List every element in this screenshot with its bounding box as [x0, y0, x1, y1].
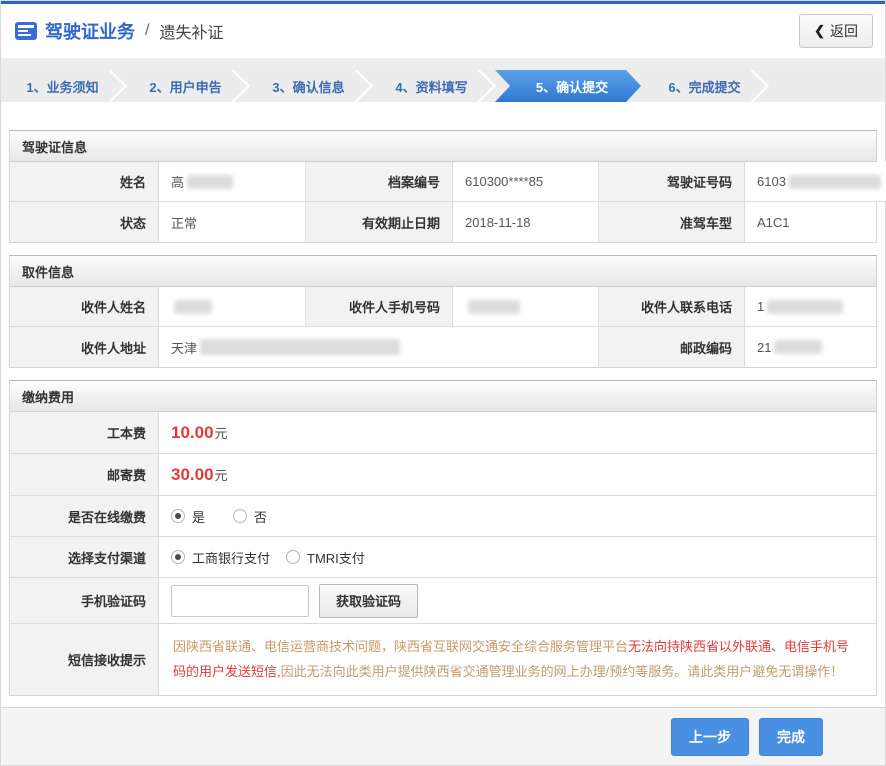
- recipient-phone-label: 收件人联系电话: [599, 287, 745, 327]
- pickup-section-title: 取件信息: [10, 256, 876, 287]
- back-button-label: 返回: [830, 21, 858, 41]
- page-header: 驾驶证业务 / 遗失补证 ❮ 返回: [1, 4, 885, 58]
- radio-channel-icbc[interactable]: 工商银行支付: [171, 548, 270, 567]
- license-section-title: 驾驶证信息: [10, 131, 876, 162]
- redacted-blur: [767, 300, 843, 314]
- redacted-blur: [468, 300, 520, 314]
- license-no-label: 驾驶证号码: [599, 162, 745, 202]
- step-progress-bar: 1、业务须知 2、用户申告 3、确认信息 4、资料填写 5、确认提交 6、完成提…: [1, 70, 885, 102]
- step-1-business-notice[interactable]: 1、业务须知: [1, 70, 124, 102]
- sms-notice-label: 短信接收提示: [10, 624, 159, 695]
- address-label: 收件人地址: [10, 327, 159, 367]
- file-no-value: 610300****85: [453, 162, 599, 202]
- page-subtitle: 遗失补证: [159, 19, 223, 43]
- sms-code-input[interactable]: [171, 585, 309, 617]
- chevron-left-icon: ❮: [814, 23, 825, 39]
- channel-options: 工商银行支付 TMRI支付: [159, 537, 876, 578]
- table-row: 姓名 高 档案编号 610300****85 驾驶证号码 6103: [10, 162, 876, 202]
- footer-action-bar: 上一步 完成: [1, 707, 885, 765]
- vehicle-class-label: 准驾车型: [599, 202, 745, 242]
- postcode-value: 21: [745, 327, 876, 367]
- payment-section-title: 缴纳费用: [10, 381, 876, 412]
- table-row: 短信接收提示 因陕西省联通、电信运营商技术问题，陕西省互联网交通安全综合服务管理…: [10, 624, 876, 695]
- payment-section: 缴纳费用 工本费 10.00元 邮寄费 30.00元 是否在线缴费 是 否 选择…: [9, 380, 877, 696]
- sms-notice-text: 因陕西省联通、电信运营商技术问题，陕西省互联网交通安全综合服务管理平台无法向持陕…: [159, 624, 876, 695]
- finish-button[interactable]: 完成: [759, 718, 823, 756]
- address-value: 天津: [159, 327, 599, 367]
- sms-code-label: 手机验证码: [10, 578, 159, 624]
- table-row: 收件人姓名 收件人手机号码 收件人联系电话 1: [10, 287, 876, 327]
- redacted-blur: [789, 175, 881, 189]
- sms-code-field: 获取验证码: [159, 578, 876, 624]
- step-5-confirm-submit-active[interactable]: 5、确认提交: [495, 70, 641, 102]
- step-2-user-declaration[interactable]: 2、用户申告: [124, 70, 247, 102]
- radio-online-no[interactable]: 否: [233, 507, 267, 526]
- expiry-value: 2018-11-18: [453, 202, 599, 242]
- table-row: 收件人地址 天津 邮政编码 21: [10, 327, 876, 367]
- post-fee-value: 30.00元: [159, 454, 876, 496]
- radio-unselected-icon: [233, 509, 247, 523]
- redacted-blur: [174, 300, 212, 314]
- recipient-mobile-label: 收件人手机号码: [306, 287, 453, 327]
- channel-label: 选择支付渠道: [10, 537, 159, 578]
- notice-segment: 因此无法向此类用户提供陕西省交通管理业务的网上办理/预约等服务。请此类用户避免无…: [281, 664, 844, 679]
- redacted-blur: [200, 339, 400, 355]
- file-no-label: 档案编号: [306, 162, 453, 202]
- step-6-complete-submit[interactable]: 6、完成提交: [643, 70, 766, 102]
- name-label: 姓名: [10, 162, 159, 202]
- redacted-blur: [187, 175, 233, 189]
- status-label: 状态: [10, 202, 159, 242]
- recipient-name-value: [159, 287, 306, 327]
- radio-selected-icon: [171, 509, 185, 523]
- table-row: 选择支付渠道 工商银行支付 TMRI支付: [10, 537, 876, 578]
- table-row: 邮寄费 30.00元: [10, 454, 876, 496]
- postcode-label: 邮政编码: [599, 327, 745, 367]
- table-row: 手机验证码 获取验证码: [10, 578, 876, 624]
- header-divider-strip: [1, 58, 885, 70]
- recipient-name-label: 收件人姓名: [10, 287, 159, 327]
- breadcrumb: 驾驶证业务 / 遗失补证: [15, 18, 223, 44]
- online-pay-options: 是 否: [159, 496, 876, 537]
- radio-channel-tmri[interactable]: TMRI支付: [286, 548, 365, 567]
- radio-unselected-icon: [286, 550, 300, 564]
- license-form-icon: [15, 22, 37, 40]
- radio-online-yes[interactable]: 是: [171, 507, 205, 526]
- breadcrumb-separator: /: [145, 22, 149, 40]
- table-row: 是否在线缴费 是 否: [10, 496, 876, 537]
- step-bar-filler: [766, 70, 885, 102]
- work-fee-label: 工本费: [10, 412, 159, 454]
- table-row: 状态 正常 有效期止日期 2018-11-18 准驾车型 A1C1: [10, 202, 876, 242]
- post-fee-label: 邮寄费: [10, 454, 159, 496]
- step-4-fill-materials[interactable]: 4、资料填写: [370, 70, 493, 102]
- previous-step-button[interactable]: 上一步: [671, 718, 749, 756]
- expiry-label: 有效期止日期: [306, 202, 453, 242]
- radio-selected-icon: [171, 550, 185, 564]
- online-pay-label: 是否在线缴费: [10, 496, 159, 537]
- pickup-info-section: 取件信息 收件人姓名 收件人手机号码 收件人联系电话 1 收件人地址 天津 邮政…: [9, 255, 877, 368]
- recipient-mobile-value: [453, 287, 599, 327]
- table-row: 工本费 10.00元: [10, 412, 876, 454]
- back-button[interactable]: ❮ 返回: [799, 14, 873, 48]
- step-3-confirm-info[interactable]: 3、确认信息: [247, 70, 370, 102]
- work-fee-value: 10.00元: [159, 412, 876, 454]
- name-value: 高: [159, 162, 306, 202]
- license-no-value: 6103: [745, 162, 886, 202]
- page-title: 驾驶证业务: [45, 18, 135, 44]
- get-code-button[interactable]: 获取验证码: [319, 584, 418, 618]
- vehicle-class-value: A1C1: [745, 202, 876, 242]
- notice-segment: 因陕西省联通、电信运营商技术问题，陕西省互联网交通安全综合服务管理平台: [173, 639, 628, 654]
- status-value: 正常: [159, 202, 306, 242]
- redacted-blur: [774, 340, 822, 354]
- license-info-section: 驾驶证信息 姓名 高 档案编号 610300****85 驾驶证号码 6103 …: [9, 130, 877, 243]
- recipient-phone-value: 1: [745, 287, 876, 327]
